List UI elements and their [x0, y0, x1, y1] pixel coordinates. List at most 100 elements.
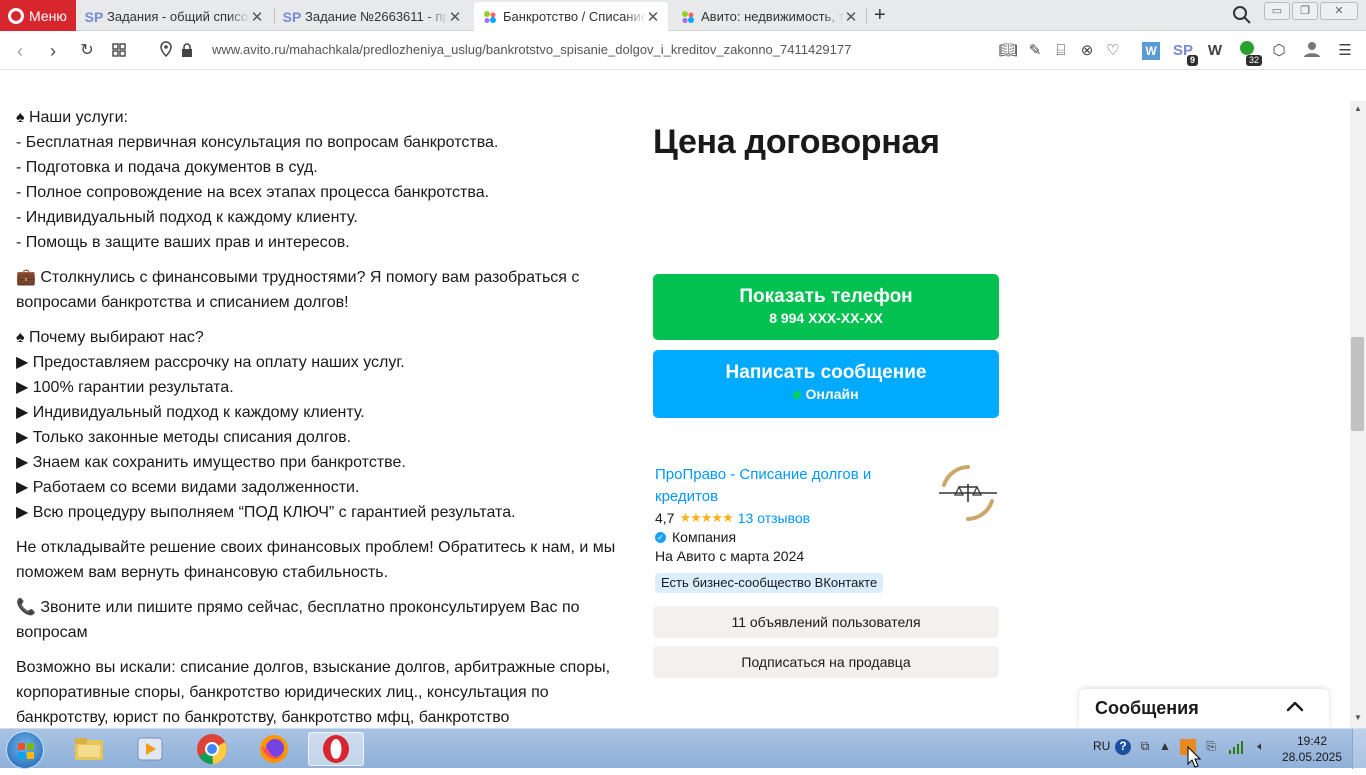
- service-item: - Индивидуальный подход к каждому клиент…: [16, 209, 358, 226]
- service-item: - Помощь в защите ваших прав и интересов…: [16, 234, 350, 251]
- service-item: - Подготовка и подача документов в суд.: [16, 159, 318, 176]
- show-desktop-button[interactable]: [1352, 729, 1366, 769]
- green-extension-icon[interactable]: 32: [1236, 40, 1262, 66]
- tab-tasks-list[interactable]: SP Задания - общий список задани ✕: [78, 2, 272, 31]
- wikipedia-extension-icon[interactable]: W: [1204, 40, 1226, 62]
- reload-icon[interactable]: ↻: [76, 40, 98, 62]
- easy-setup-icon[interactable]: ☰: [1334, 40, 1356, 62]
- clock-date: 28.05.2025: [1281, 750, 1343, 764]
- display-icon[interactable]: ⧉: [1137, 739, 1153, 755]
- page-scrollbar[interactable]: ▲ ▼: [1350, 101, 1366, 728]
- avito-listing-page: ♠ Наши услуги: - Бесплатная первичная ко…: [0, 101, 1350, 728]
- tab-separator: [866, 8, 867, 24]
- online-status: Онлайн: [805, 386, 859, 402]
- show-phone-button[interactable]: Показать телефон 8 994 XXX-XX-XX: [653, 274, 999, 340]
- why-item: ▶ Работаем со всеми видами задолженности…: [16, 479, 360, 496]
- sp-extension-icon[interactable]: SP 9: [1172, 40, 1198, 66]
- subscribe-seller-button[interactable]: Подписаться на продавца: [653, 646, 999, 678]
- restore-window-icon[interactable]: ❐: [1292, 2, 1318, 20]
- seller-since: На Авито с марта 2024: [655, 548, 805, 564]
- adblock-icon[interactable]: ⊗: [1076, 40, 1098, 62]
- seller-name-link[interactable]: ПроПраво - Списание долгов и кредитов: [655, 464, 905, 508]
- tab-label: Задания - общий список задани: [107, 9, 250, 24]
- show-phone-label: Показать телефон: [739, 286, 913, 307]
- chevron-up-icon[interactable]: [1285, 697, 1305, 717]
- scroll-up-arrow-icon[interactable]: ▲: [1354, 104, 1362, 113]
- write-message-button[interactable]: Написать сообщение Онлайн: [653, 350, 999, 418]
- camera-icon[interactable]: ⌸: [1050, 40, 1072, 62]
- usb-device-icon[interactable]: ⎘: [1203, 739, 1219, 755]
- explorer-icon[interactable]: [61, 732, 117, 766]
- why-item: ▶ Знаем как сохранить имущество при банк…: [16, 454, 406, 471]
- word-extension-icon[interactable]: W: [1140, 40, 1162, 62]
- green-ext-badge: 32: [1245, 55, 1262, 66]
- opera-taskbar-icon[interactable]: [308, 732, 364, 766]
- seller-logo-scales-icon[interactable]: [937, 464, 999, 522]
- keyboard-language[interactable]: RU: [1093, 739, 1110, 753]
- why-item: ▶ Предоставляем рассрочку на оплату наши…: [16, 354, 405, 371]
- rating-value: 4,7: [655, 510, 675, 526]
- why-item: ▶ Всю процедуру выполняем “ПОД КЛЮЧ” с г…: [16, 504, 516, 521]
- snapshot-edit-icon[interactable]: ✎: [1024, 40, 1046, 62]
- search-tabs-icon[interactable]: [1232, 5, 1252, 25]
- location-pin-icon[interactable]: [155, 40, 177, 62]
- close-icon[interactable]: ✕: [448, 8, 462, 26]
- scroll-down-arrow-icon[interactable]: ▼: [1354, 713, 1362, 722]
- phone-number-masked: 8 994 XXX-XX-XX: [769, 310, 883, 326]
- firefox-icon[interactable]: [246, 732, 302, 766]
- help-icon[interactable]: ?: [1115, 739, 1131, 755]
- call-paragraph: 📞 Звоните или пишите прямо сейчас, беспл…: [16, 599, 580, 641]
- service-item: - Бесплатная первичная консультация по в…: [16, 134, 499, 151]
- windows-start-icon[interactable]: [6, 731, 44, 769]
- tab-label: Авито: недвижимость, транспо: [701, 9, 844, 24]
- vk-community-badge: Есть бизнес-сообщество ВКонтакте: [655, 573, 884, 593]
- opera-logo-icon: [8, 7, 24, 24]
- opera-menu-button[interactable]: Меню: [0, 0, 76, 31]
- keywords-paragraph: Возможно вы искали: списание долгов, взы…: [16, 659, 611, 726]
- why-item: ▶ 100% гарантии результата.: [16, 379, 234, 396]
- tab-task-2663611[interactable]: SP Задание №2663611 - продвиже ✕: [276, 2, 470, 31]
- reviews-link[interactable]: 13 отзывов: [738, 510, 810, 526]
- messages-panel[interactable]: Сообщения: [1079, 689, 1329, 728]
- write-message-label: Написать сообщение: [725, 362, 927, 383]
- network-signal-icon[interactable]: [1228, 739, 1244, 755]
- rating-stars-icon: ★★★★★: [679, 510, 733, 525]
- lock-icon[interactable]: [176, 40, 198, 62]
- speed-dial-grid-icon[interactable]: [108, 40, 130, 62]
- address-bar: ‹ › ↻ www.avito.ru/mahachkala/predlozhen…: [0, 31, 1366, 70]
- online-dot-icon: [793, 391, 802, 400]
- sp-favicon-icon: SP: [282, 8, 302, 25]
- show-hidden-icons-arrow-icon[interactable]: ▲: [1157, 739, 1173, 755]
- menu-label: Меню: [29, 7, 67, 24]
- forward-icon[interactable]: ›: [42, 40, 64, 62]
- close-icon[interactable]: ✕: [646, 8, 660, 26]
- listing-description: ♠ Наши услуги: - Бесплатная первичная ко…: [16, 105, 616, 728]
- reader-mode-icon[interactable]: 📖︎: [997, 40, 1019, 62]
- close-icon[interactable]: ✕: [250, 8, 264, 26]
- chrome-icon[interactable]: [184, 732, 240, 766]
- media-player-icon[interactable]: [122, 732, 178, 766]
- sp-badge: 9: [1186, 55, 1198, 66]
- back-icon[interactable]: ‹: [9, 40, 31, 62]
- new-tab-plus-icon[interactable]: +: [874, 4, 886, 27]
- clock[interactable]: 19:42 28.05.2025: [1280, 733, 1344, 765]
- service-item: - Полное сопровождение на всех этапах пр…: [16, 184, 490, 201]
- why-header: ♠ Почему выбирают нас?: [16, 329, 204, 346]
- close-window-icon[interactable]: ✕: [1320, 2, 1358, 20]
- close-icon[interactable]: ✕: [844, 8, 858, 26]
- user-listings-button[interactable]: 11 объявлений пользователя: [653, 606, 999, 638]
- tab-avito-home[interactable]: Авито: недвижимость, транспо ✕: [672, 2, 866, 31]
- tab-label: Банкротство / Списание долгов: [503, 9, 646, 24]
- mouse-cursor-icon: [1187, 746, 1201, 768]
- profile-avatar-icon[interactable]: [1301, 40, 1323, 62]
- seller-rating: 4,7 ★★★★★ 13 отзывов: [655, 510, 810, 526]
- volume-icon[interactable]: 🔈︎: [1253, 739, 1269, 755]
- seller-type-label: Компания: [672, 529, 737, 545]
- scroll-thumb[interactable]: [1351, 337, 1364, 431]
- tab-bankruptcy-active[interactable]: Банкротство / Списание долгов ✕: [474, 2, 668, 31]
- bookmark-heart-icon[interactable]: ♡: [1102, 40, 1124, 62]
- minimize-window-icon[interactable]: ▭: [1264, 2, 1290, 20]
- extensions-cube-icon[interactable]: ⬡: [1268, 40, 1290, 62]
- tab-separator: [274, 8, 275, 24]
- url-field[interactable]: www.avito.ru/mahachkala/predlozheniya_us…: [212, 42, 851, 57]
